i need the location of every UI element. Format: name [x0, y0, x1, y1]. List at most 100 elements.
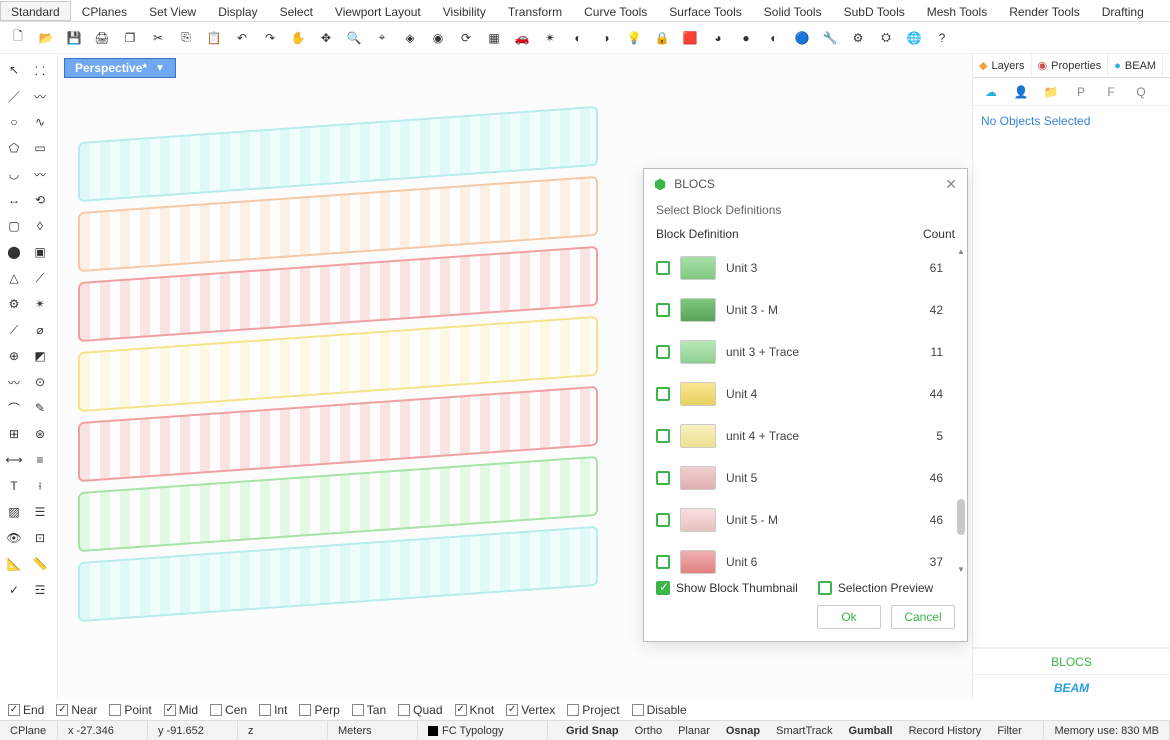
- curve-icon[interactable]: ∿: [28, 110, 52, 134]
- materials-icon[interactable]: ◕: [706, 26, 730, 50]
- panel-tab-layers[interactable]: ◆Layers: [973, 54, 1032, 77]
- surface-icon[interactable]: ◩: [28, 344, 52, 368]
- fit-icon[interactable]: ▦: [482, 26, 506, 50]
- block-row[interactable]: Unit 444: [644, 373, 955, 415]
- rotate-icon[interactable]: ⟲: [28, 188, 52, 212]
- block-checkbox[interactable]: [656, 429, 670, 443]
- move-icon[interactable]: ↔: [2, 188, 26, 212]
- new-icon[interactable]: 🗋: [6, 26, 30, 50]
- section-icon[interactable]: ⌒: [2, 396, 26, 420]
- block-row[interactable]: unit 3 + Trace11: [644, 331, 955, 373]
- boolean-icon[interactable]: ⊕: [2, 344, 26, 368]
- shade-ball2-icon[interactable]: ◐: [762, 26, 786, 50]
- osnap-checkbox[interactable]: [632, 704, 644, 716]
- menu-tab-transform[interactable]: Transform: [497, 1, 573, 21]
- osnap-checkbox[interactable]: [210, 704, 222, 716]
- shade-ball1-icon[interactable]: ●: [734, 26, 758, 50]
- explode-tool-icon[interactable]: ✴: [28, 292, 52, 316]
- rotate-view-icon[interactable]: ✥: [314, 26, 338, 50]
- status-toggle-ortho[interactable]: Ortho: [627, 725, 671, 737]
- scroll-thumb[interactable]: [957, 499, 965, 535]
- block-row[interactable]: unit 4 + Trace5: [644, 415, 955, 457]
- osnap-tan[interactable]: Tan: [352, 703, 386, 717]
- close-icon[interactable]: ✕: [945, 176, 957, 193]
- pipe-icon[interactable]: ⌀: [28, 318, 52, 342]
- lock-icon[interactable]: 🔒: [650, 26, 674, 50]
- selection-preview-option[interactable]: Selection Preview: [818, 581, 933, 595]
- array-icon[interactable]: ⊞: [2, 422, 26, 446]
- osnap-perp[interactable]: Perp: [299, 703, 339, 717]
- measure-icon[interactable]: 📏: [28, 552, 52, 576]
- loft-icon[interactable]: ◊: [28, 214, 52, 238]
- hide-icon[interactable]: 👁: [2, 526, 26, 550]
- redo-icon[interactable]: ↷: [258, 26, 282, 50]
- osnap-checkbox[interactable]: [352, 704, 364, 716]
- status-toggle-smarttrack[interactable]: SmartTrack: [768, 725, 840, 737]
- paste-icon[interactable]: 📋: [202, 26, 226, 50]
- status-toggle-gumball[interactable]: Gumball: [841, 725, 901, 737]
- osnap-project[interactable]: Project: [567, 703, 619, 717]
- osnap-quad[interactable]: Quad: [398, 703, 442, 717]
- help-icon[interactable]: ?: [930, 26, 954, 50]
- footer-beam[interactable]: BEAM: [973, 674, 1170, 700]
- menu-tab-select[interactable]: Select: [269, 1, 324, 21]
- cut-icon[interactable]: ✂: [146, 26, 170, 50]
- block-checkbox[interactable]: [656, 345, 670, 359]
- car-icon[interactable]: 🚗: [510, 26, 534, 50]
- block-row[interactable]: Unit 3 - M42: [644, 289, 955, 331]
- osnap-checkbox[interactable]: [164, 704, 176, 716]
- selection-preview-checkbox[interactable]: [818, 581, 832, 595]
- zoom-icon[interactable]: 🔍: [342, 26, 366, 50]
- viewport[interactable]: Perspective* ▼ ⬢ BLOCS ✕ Select Block: [58, 54, 972, 700]
- folder-icon[interactable]: 📁: [1039, 80, 1063, 104]
- options-icon[interactable]: ⚙: [846, 26, 870, 50]
- osnap-checkbox[interactable]: [109, 704, 121, 716]
- helix-icon[interactable]: 〰: [28, 162, 52, 186]
- hatch-icon[interactable]: ▨: [2, 500, 26, 524]
- osnap-end[interactable]: End: [8, 703, 44, 717]
- panel-tab-properties[interactable]: ◉Properties: [1032, 54, 1109, 77]
- letter-f[interactable]: F: [1099, 80, 1123, 104]
- mirror-icon[interactable]: ⟷: [2, 448, 26, 472]
- block-row[interactable]: Unit 637: [644, 541, 955, 575]
- osnap-checkbox[interactable]: [259, 704, 271, 716]
- analyze-icon[interactable]: 📐: [2, 552, 26, 576]
- extrude-icon[interactable]: ▣: [28, 240, 52, 264]
- cloud-icon[interactable]: ☁: [979, 80, 1003, 104]
- osnap-int[interactable]: Int: [259, 703, 287, 717]
- viewport-title-tab[interactable]: Perspective* ▼: [64, 58, 176, 78]
- globe-icon[interactable]: 🌐: [902, 26, 926, 50]
- status-units[interactable]: Meters: [328, 721, 418, 740]
- menu-tab-standard[interactable]: Standard: [0, 1, 71, 21]
- rect-icon[interactable]: ▭: [28, 136, 52, 160]
- osnap-checkbox[interactable]: [299, 704, 311, 716]
- properties-icon[interactable]: ☲: [28, 578, 52, 602]
- menu-tab-set-view[interactable]: Set View: [138, 1, 207, 21]
- osnap-checkbox[interactable]: [8, 704, 20, 716]
- block-checkbox[interactable]: [656, 303, 670, 317]
- copy-geom-icon[interactable]: ❐: [118, 26, 142, 50]
- menu-tab-curve-tools[interactable]: Curve Tools: [573, 1, 658, 21]
- line-icon[interactable]: ／: [2, 84, 26, 108]
- status-cplane[interactable]: CPlane: [0, 721, 58, 740]
- blue-ball-icon[interactable]: 🔵: [790, 26, 814, 50]
- check-icon[interactable]: ✓: [2, 578, 26, 602]
- polygon-icon[interactable]: ⬠: [2, 136, 26, 160]
- status-toggle-grid-snap[interactable]: Grid Snap: [558, 725, 627, 737]
- menu-tab-render-tools[interactable]: Render Tools: [998, 1, 1091, 21]
- align-icon[interactable]: ≡: [28, 448, 52, 472]
- doc-props-icon[interactable]: ⛭: [874, 26, 898, 50]
- osnap-checkbox[interactable]: [506, 704, 518, 716]
- cone-icon[interactable]: △: [2, 266, 26, 290]
- menu-tab-viewport-layout[interactable]: Viewport Layout: [324, 1, 432, 21]
- status-toggle-filter[interactable]: Filter: [989, 725, 1029, 737]
- pan-icon[interactable]: ✋: [286, 26, 310, 50]
- block-row[interactable]: Unit 5 - M46: [644, 499, 955, 541]
- footer-blocs[interactable]: BLOCS: [973, 648, 1170, 674]
- zoom-window-icon[interactable]: ⌖: [370, 26, 394, 50]
- scroll-up-icon[interactable]: ▲: [957, 247, 965, 257]
- split-icon[interactable]: ◑: [594, 26, 618, 50]
- project-icon[interactable]: ⊙: [28, 370, 52, 394]
- menu-tab-display[interactable]: Display: [207, 1, 268, 21]
- menu-tab-mesh-tools[interactable]: Mesh Tools: [916, 1, 998, 21]
